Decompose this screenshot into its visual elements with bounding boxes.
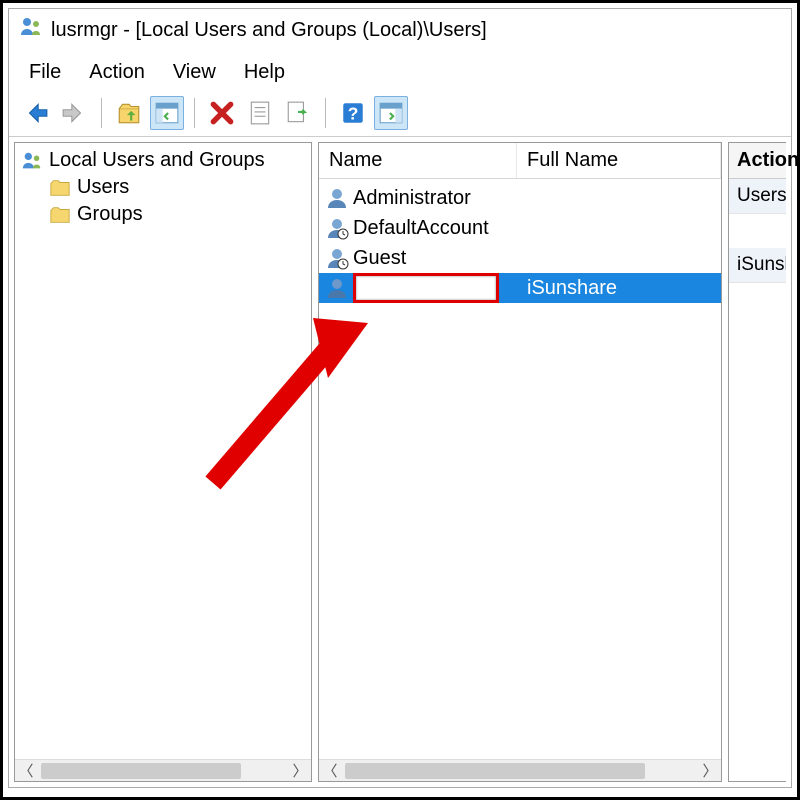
user-icon [325, 186, 349, 210]
menu-action[interactable]: Action [89, 61, 145, 84]
user-icon [325, 216, 349, 240]
show-hide-actions-button[interactable] [374, 96, 408, 130]
separator [101, 98, 102, 128]
rename-input[interactable] [353, 273, 499, 303]
tree-root[interactable]: Local Users and Groups [15, 147, 311, 174]
actions-section-users[interactable]: Users [729, 179, 786, 214]
actions-section-selected[interactable]: iSunshare [729, 248, 786, 283]
scroll-left-icon[interactable]: 〈 [319, 760, 341, 782]
scroll-thumb[interactable] [345, 763, 645, 779]
svg-text:?: ? [348, 104, 359, 124]
cell-name: Guest [353, 247, 406, 270]
properties-button[interactable] [243, 96, 277, 130]
cell-fullname: iSunshare [517, 277, 721, 300]
list-row[interactable]: DefaultAccount [319, 213, 721, 243]
app-icon [19, 15, 43, 45]
tree-item-users[interactable]: Users [15, 174, 311, 201]
delete-button[interactable] [205, 96, 239, 130]
tree-users-label: Users [77, 176, 129, 199]
list-row-selected[interactable]: iSunshare [319, 273, 721, 303]
actions-spacer [729, 214, 786, 248]
scroll-left-icon[interactable]: 〈 [15, 760, 37, 782]
menu-file[interactable]: File [29, 61, 61, 84]
separator [325, 98, 326, 128]
cell-name: Administrator [353, 187, 471, 210]
scroll-right-icon[interactable]: 〉 [699, 760, 721, 782]
export-button[interactable] [281, 96, 315, 130]
col-header-fullname[interactable]: Full Name [517, 143, 721, 178]
tree-root-label: Local Users and Groups [49, 149, 265, 172]
cell-name: DefaultAccount [353, 217, 489, 240]
scroll-right-icon[interactable]: 〉 [289, 760, 311, 782]
toolbar: ? [9, 92, 791, 137]
menubar: File Action View Help [9, 51, 791, 92]
forward-button[interactable] [57, 96, 91, 130]
scroll-thumb[interactable] [41, 763, 241, 779]
separator [194, 98, 195, 128]
help-button[interactable]: ? [336, 96, 370, 130]
menu-view[interactable]: View [173, 61, 216, 84]
list-row[interactable]: Administrator [319, 183, 721, 213]
up-button[interactable] [112, 96, 146, 130]
tree-groups-label: Groups [77, 203, 143, 226]
back-button[interactable] [19, 96, 53, 130]
show-hide-tree-button[interactable] [150, 96, 184, 130]
user-icon [325, 276, 349, 300]
col-header-name[interactable]: Name [319, 143, 517, 178]
actions-header: Actions [729, 143, 786, 179]
tree-pane: Local Users and Groups Users Groups 〈 〉 [14, 142, 312, 782]
tree-scrollbar[interactable]: 〈 〉 [15, 759, 311, 781]
window-title: lusrmgr - [Local Users and Groups (Local… [51, 19, 487, 42]
list-row[interactable]: Guest [319, 243, 721, 273]
user-icon [325, 246, 349, 270]
menu-help[interactable]: Help [244, 61, 285, 84]
actions-pane: Actions Users iSunshare [728, 142, 786, 782]
tree-body: Local Users and Groups Users Groups [15, 143, 311, 759]
list-header: Name Full Name [319, 143, 721, 179]
list-body: Administrator DefaultAccount Guest [319, 179, 721, 759]
list-scrollbar[interactable]: 〈 〉 [319, 759, 721, 781]
app-window: lusrmgr - [Local Users and Groups (Local… [8, 8, 792, 788]
titlebar: lusrmgr - [Local Users and Groups (Local… [9, 9, 791, 51]
list-pane: Name Full Name Administrator DefaultAcco… [318, 142, 722, 782]
panes: Local Users and Groups Users Groups 〈 〉 [9, 137, 791, 787]
tree-item-groups[interactable]: Groups [15, 201, 311, 228]
